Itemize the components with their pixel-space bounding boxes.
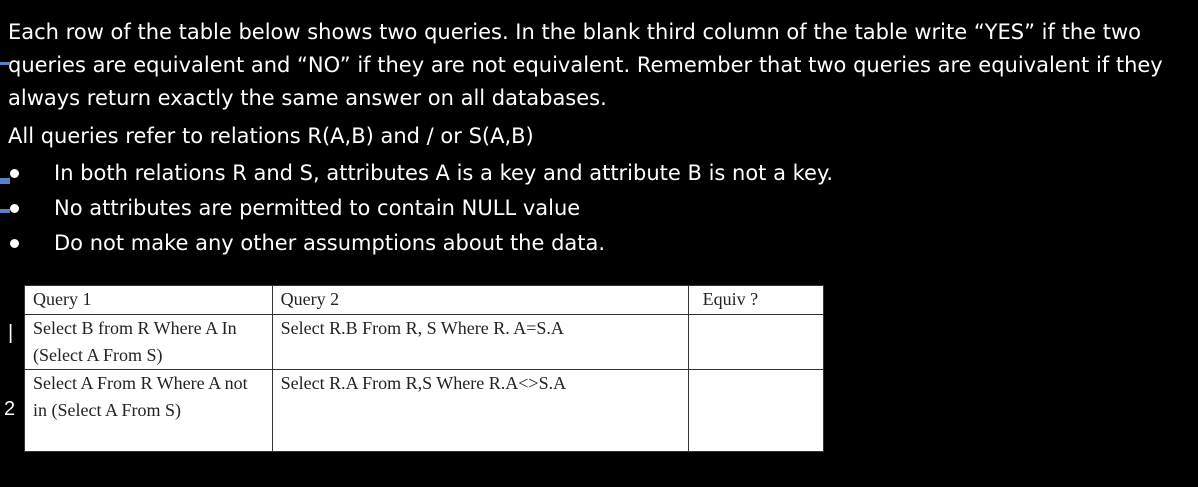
bullet-item: No attributes are permitted to contain N… — [0, 191, 1100, 225]
instructions-paragraph: Each row of the table below shows two qu… — [8, 20, 1163, 110]
queries-table: Query 1 Query 2 Equiv ? Select B from R … — [24, 285, 825, 452]
row1-equiv-cell[interactable] — [687, 314, 825, 370]
row1-query2: Select R.B From R, S Where R. A=S.A — [271, 314, 689, 370]
pen-mark — [0, 62, 10, 65]
bullet-item: In both relations R and S, attributes A … — [0, 156, 1100, 190]
bullet-item: Do not make any other assumptions about … — [0, 226, 1100, 260]
header-query-1: Query 1 — [24, 285, 273, 315]
bullet-text: Do not make any other assumptions about … — [54, 231, 606, 255]
row-annotation-2: 2 — [4, 398, 16, 420]
bullet-text: In both relations R and S, attributes A … — [54, 161, 834, 185]
header-query-2: Query 2 — [271, 285, 689, 315]
pen-mark — [0, 178, 10, 184]
table-row: Select B from R Where A In (Select A Fro… — [24, 314, 825, 370]
row-annotation-1: | — [8, 322, 14, 344]
table-row: Select A From R Where A not in (Select A… — [24, 369, 825, 452]
row2-query1: Select A From R Where A not in (Select A… — [24, 369, 273, 452]
bullet-icon — [10, 204, 19, 213]
relations-paragraph: All queries refer to relations R(A,B) an… — [8, 124, 534, 148]
row2-equiv-cell[interactable] — [687, 369, 825, 452]
bullet-icon — [10, 169, 19, 178]
pen-mark — [0, 209, 10, 213]
bullet-text: No attributes are permitted to contain N… — [54, 196, 581, 220]
header-equiv: Equiv ? — [687, 285, 825, 315]
row2-query2: Select R.A From R,S Where R.A<>S.A — [271, 369, 689, 452]
bullet-icon — [10, 239, 19, 248]
table-header-row: Query 1 Query 2 Equiv ? — [24, 285, 825, 315]
row1-query1: Select B from R Where A In (Select A Fro… — [24, 314, 273, 370]
